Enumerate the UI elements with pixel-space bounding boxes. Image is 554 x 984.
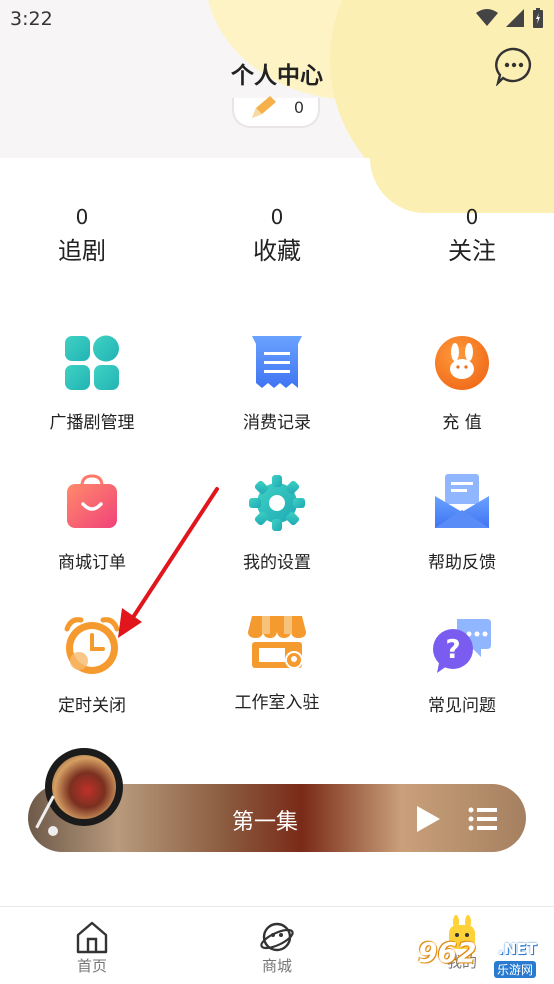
stat-favorites[interactable]: 0 收藏	[217, 205, 337, 266]
play-icon[interactable]	[414, 804, 442, 834]
storefront-icon	[248, 616, 306, 669]
envelope-icon	[435, 474, 489, 528]
tab-label: 商城	[261, 957, 292, 975]
shopping-bag-icon	[67, 474, 117, 528]
menu-faq[interactable]: ? 常见问题	[382, 615, 542, 716]
menu-radio-drama-manage[interactable]: 广播剧管理	[12, 332, 172, 433]
stat-following-drama[interactable]: 0 追剧	[22, 205, 142, 266]
tab-home[interactable]: 首页	[42, 919, 142, 976]
menu-label: 商城订单	[58, 553, 126, 573]
tab-label: 首页	[76, 957, 107, 975]
menu-label: 常见问题	[428, 696, 496, 716]
tab-mall[interactable]: 商城	[227, 919, 327, 976]
menu-my-settings[interactable]: 我的设置	[197, 472, 357, 573]
menu-label: 帮助反馈	[428, 553, 496, 573]
apps-grid-icon	[65, 335, 119, 390]
stat-label: 关注	[448, 237, 496, 265]
alarm-clock-icon	[64, 617, 120, 674]
stat-value: 0	[75, 205, 89, 229]
edit-profile-pill[interactable]: 0	[232, 96, 320, 128]
status-bar: 3:22	[0, 0, 554, 38]
signal-icon	[506, 9, 524, 27]
playlist-icon[interactable]	[468, 806, 498, 832]
menu-consumption-record[interactable]: 消费记录	[197, 332, 357, 433]
menu-label: 消费记录	[243, 413, 311, 433]
gear-icon	[249, 475, 305, 531]
player-track-title: 第一集	[231, 810, 298, 835]
svg-text:?: ?	[445, 635, 460, 665]
pencil-icon	[252, 96, 276, 118]
menu-help-feedback[interactable]: 帮助反馈	[382, 472, 542, 573]
wifi-icon	[476, 9, 498, 26]
stat-value: 0	[465, 205, 479, 229]
stat-follows[interactable]: 0 关注	[412, 205, 532, 266]
watermark-subtitle: 乐游网	[494, 961, 537, 978]
watermark-domain: .NET	[498, 940, 537, 958]
pencil-count: 0	[293, 98, 304, 117]
question-chat-icon: ?	[433, 619, 491, 673]
receipt-icon	[252, 336, 302, 388]
menu-label: 工作室入驻	[234, 693, 320, 713]
battery-icon	[533, 8, 543, 28]
watermark-brand: 962	[418, 936, 477, 969]
menu-mall-orders[interactable]: 商城订单	[12, 472, 172, 573]
rabbit-coin-icon	[435, 336, 489, 390]
planet-icon	[260, 922, 294, 952]
status-icons	[476, 8, 544, 28]
menu-label: 广播剧管理	[49, 413, 135, 433]
menu-label: 定时关闭	[58, 696, 126, 716]
menu-recharge[interactable]: 充 值	[382, 332, 542, 433]
menu-studio-join[interactable]: 工作室入驻	[197, 612, 357, 713]
menu-label: 我的设置	[243, 553, 311, 573]
stat-label: 追剧	[58, 237, 106, 265]
home-icon	[76, 921, 108, 954]
menu-label: 充 值	[442, 413, 482, 433]
menu-timer-close[interactable]: 定时关闭	[12, 615, 172, 716]
stats-row: 0 追剧 0 收藏 0 关注	[0, 205, 554, 275]
message-icon[interactable]	[494, 46, 534, 86]
status-time: 3:22	[10, 8, 53, 30]
stat-label: 收藏	[253, 237, 301, 265]
stat-value: 0	[270, 205, 284, 229]
page-title: 个人中心	[231, 63, 323, 89]
